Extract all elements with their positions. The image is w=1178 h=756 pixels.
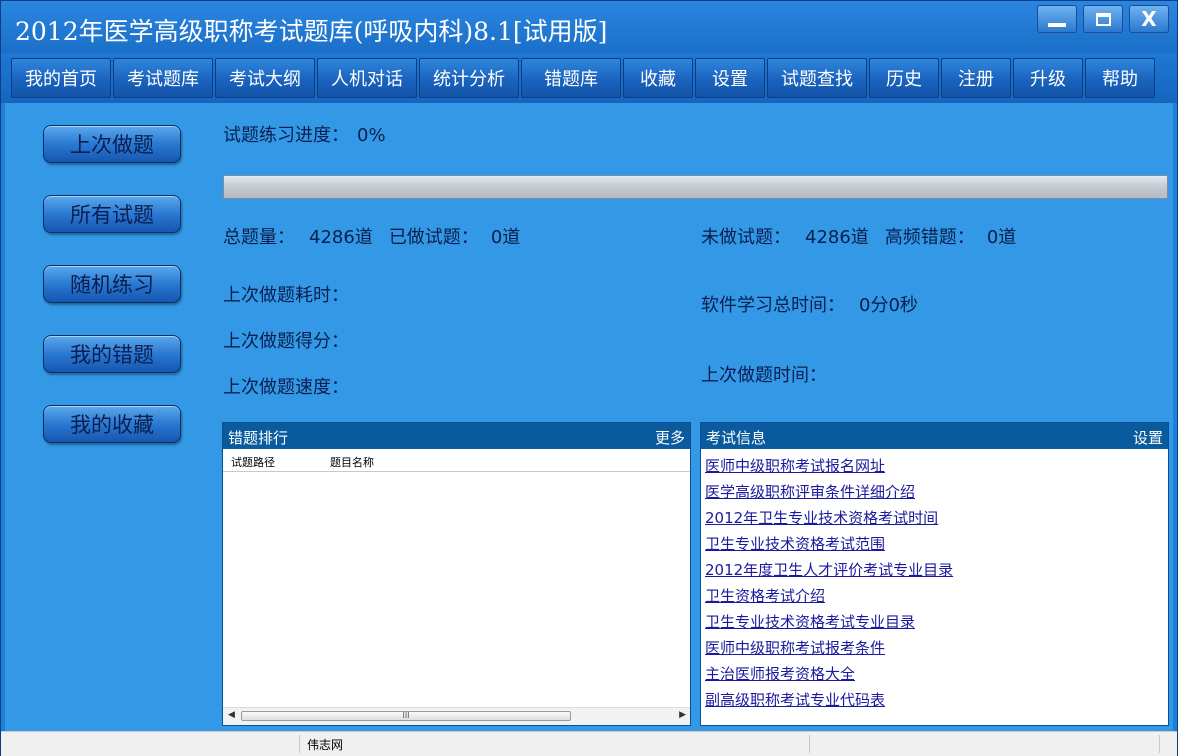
my-wrong-questions-button[interactable]: 我的错题 bbox=[43, 335, 181, 373]
close-button[interactable]: X bbox=[1129, 5, 1169, 33]
done-label: 已做试题： bbox=[388, 227, 479, 248]
last-date-label: 上次做题时间： bbox=[701, 365, 827, 386]
study-time-row: 软件学习总时间： 0分0秒 bbox=[701, 291, 918, 317]
exam-link[interactable]: 卫生专业技术资格考试范围 bbox=[705, 531, 953, 557]
last-practice-button[interactable]: 上次做题 bbox=[43, 125, 181, 163]
maximize-icon bbox=[1095, 12, 1111, 26]
wrong-ranking-title: 错题排行 bbox=[228, 429, 289, 447]
study-time-label: 软件学习总时间： bbox=[701, 295, 845, 316]
scroll-right-icon[interactable]: ▶ bbox=[679, 710, 686, 720]
exam-link[interactable]: 卫生专业技术资格考试专业目录 bbox=[705, 609, 953, 635]
progress-label-row: 试题练习进度： 0% bbox=[223, 121, 386, 147]
menu-bar: 我的首页 考试题库 考试大纲 人机对话 统计分析 错题库 收藏 设置 试题查找 … bbox=[1, 53, 1177, 103]
exam-link[interactable]: 卫生资格考试介绍 bbox=[705, 583, 953, 609]
menu-syllabus[interactable]: 考试大纲 bbox=[215, 58, 315, 98]
menu-register[interactable]: 注册 bbox=[941, 58, 1011, 98]
menu-help[interactable]: 帮助 bbox=[1085, 58, 1155, 98]
exam-link[interactable]: 医师中级职称考试报考条件 bbox=[705, 635, 953, 661]
menu-favorites[interactable]: 收藏 bbox=[623, 58, 693, 98]
close-icon: X bbox=[1141, 7, 1157, 31]
wrong-ranking-panel: 错题排行 更多 试题路径 题目名称 ◀ III ▶ bbox=[222, 422, 691, 726]
random-practice-button[interactable]: 随机练习 bbox=[43, 265, 181, 303]
scroll-left-icon[interactable]: ◀ bbox=[228, 710, 235, 720]
window-title: 2012年医学高级职称考试题库(呼吸内科)8.1[试用版] bbox=[15, 17, 608, 46]
wrong-ranking-column-header: 试题路径 题目名称 bbox=[223, 449, 690, 472]
status-segment bbox=[1, 735, 300, 753]
menu-wrong-bank[interactable]: 错题库 bbox=[521, 58, 621, 98]
menu-question-bank[interactable]: 考试题库 bbox=[113, 58, 213, 98]
exam-link[interactable]: 副高级职称考试专业代码表 bbox=[705, 687, 953, 713]
minimize-icon bbox=[1048, 23, 1066, 27]
progress-bar bbox=[223, 175, 1168, 199]
last-time-label: 上次做题耗时： bbox=[223, 285, 349, 306]
progress-label: 试题练习进度： bbox=[223, 125, 349, 146]
menu-dialogue[interactable]: 人机对话 bbox=[317, 58, 417, 98]
exam-link[interactable]: 主治医师报考资格大全 bbox=[705, 661, 953, 687]
total-label: 总题量： bbox=[223, 227, 295, 248]
title-bar[interactable]: 2012年医学高级职称考试题库(呼吸内科)8.1[试用版] X bbox=[1, 1, 1177, 53]
frequent-wrong-label: 高频错题： bbox=[884, 227, 975, 248]
horizontal-scrollbar[interactable]: ◀ III ▶ bbox=[223, 707, 690, 725]
menu-search[interactable]: 试题查找 bbox=[767, 58, 867, 98]
total-value: 4286道 bbox=[309, 227, 373, 248]
main-content: 上次做题 所有试题 随机练习 我的错题 我的收藏 试题练习进度： 0% 总题量： 4… bbox=[5, 103, 1173, 731]
exam-info-settings-link[interactable]: 设置 bbox=[1133, 427, 1163, 448]
study-time-value: 0分0秒 bbox=[859, 295, 918, 316]
my-favorites-button[interactable]: 我的收藏 bbox=[43, 405, 181, 443]
wrong-ranking-more-link[interactable]: 更多 bbox=[655, 427, 685, 448]
exam-link[interactable]: 2012年卫生专业技术资格考试时间 bbox=[705, 505, 953, 531]
last-speed-label: 上次做题速度： bbox=[223, 377, 349, 398]
menu-home[interactable]: 我的首页 bbox=[11, 58, 111, 98]
column-name[interactable]: 题目名称 bbox=[330, 454, 374, 470]
totals-row: 总题量： 4286道 已做试题： 0道 bbox=[223, 223, 520, 249]
menu-settings[interactable]: 设置 bbox=[695, 58, 765, 98]
status-segment bbox=[811, 735, 1160, 753]
menu-upgrade[interactable]: 升级 bbox=[1013, 58, 1083, 98]
exam-link[interactable]: 医师中级职称考试报名网址 bbox=[705, 453, 953, 479]
wrong-ranking-header: 错题排行 更多 bbox=[223, 423, 690, 449]
frequent-wrong-value: 0道 bbox=[986, 227, 1017, 248]
maximize-button[interactable] bbox=[1083, 5, 1123, 33]
last-score-label: 上次做题得分： bbox=[223, 331, 349, 352]
status-bar: 伟志网 bbox=[1, 731, 1177, 756]
menu-statistics[interactable]: 统计分析 bbox=[419, 58, 519, 98]
undone-label: 未做试题： bbox=[701, 227, 791, 248]
scroll-thumb[interactable]: III bbox=[241, 711, 571, 721]
exam-link[interactable]: 2012年度卫生人才评价考试专业目录 bbox=[705, 557, 953, 583]
menu-history[interactable]: 历史 bbox=[869, 58, 939, 98]
all-questions-button[interactable]: 所有试题 bbox=[43, 195, 181, 233]
progress-value: 0% bbox=[357, 125, 386, 146]
app-window: 2012年医学高级职称考试题库(呼吸内科)8.1[试用版] X 我的首页 考试题… bbox=[0, 0, 1178, 756]
exam-info-panel: 考试信息 设置 医师中级职称考试报名网址 医学高级职称评审条件详细介绍 2012… bbox=[700, 422, 1169, 726]
undone-value: 4286道 bbox=[805, 227, 869, 248]
done-value: 0道 bbox=[490, 227, 521, 248]
exam-info-header: 考试信息 设置 bbox=[701, 423, 1168, 449]
minimize-button[interactable] bbox=[1037, 5, 1077, 33]
undone-row: 未做试题： 4286道 高频错题： 0道 bbox=[701, 223, 1016, 249]
status-segment bbox=[301, 735, 810, 753]
exam-link[interactable]: 医学高级职称评审条件详细介绍 bbox=[705, 479, 953, 505]
exam-info-links: 医师中级职称考试报名网址 医学高级职称评审条件详细介绍 2012年卫生专业技术资… bbox=[705, 453, 953, 713]
exam-info-title: 考试信息 bbox=[706, 429, 767, 447]
column-path[interactable]: 试题路径 bbox=[231, 454, 275, 470]
